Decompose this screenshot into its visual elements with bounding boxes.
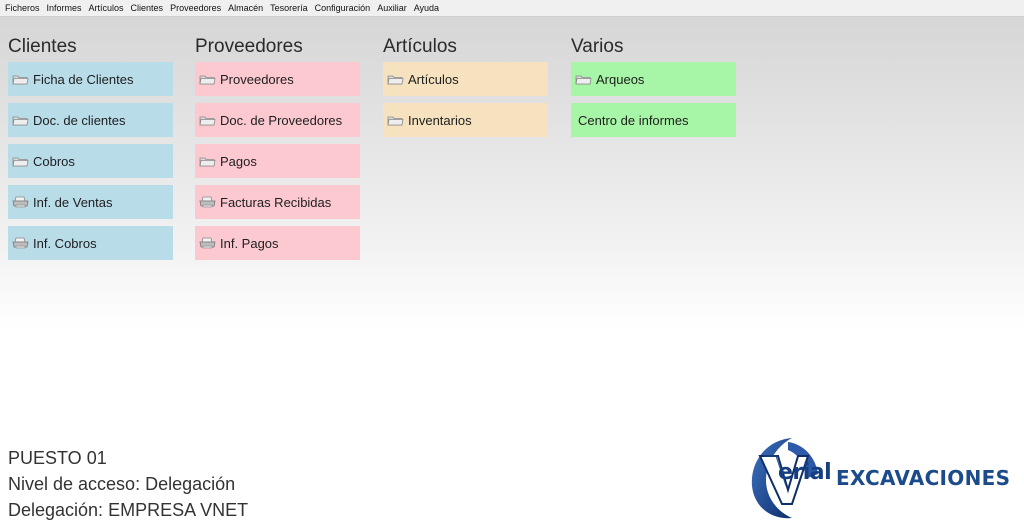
menu-ayuda[interactable]: Ayuda: [412, 0, 444, 17]
section-title-articulos: Artículos: [383, 36, 457, 57]
menu-auxiliar[interactable]: Auxiliar: [375, 0, 412, 17]
tile-label: Facturas Recibidas: [220, 194, 332, 210]
folder-icon: [199, 155, 216, 167]
delegation-label: Delegación: EMPRESA VNET: [8, 500, 249, 520]
printer-icon: [199, 196, 216, 208]
printer-icon: [199, 237, 216, 249]
menu-informes[interactable]: Informes: [45, 0, 87, 17]
section-title-proveedores: Proveedores: [195, 36, 303, 57]
tile-label: Doc. de clientes: [33, 112, 126, 128]
menu-almacen[interactable]: Almacén: [226, 0, 268, 17]
menu-configuracion[interactable]: Configuración: [313, 0, 376, 17]
menu-bar: Ficheros Informes Artículos Clientes Pro…: [0, 0, 1024, 17]
tile-inf-ventas[interactable]: Inf. de Ventas: [8, 185, 173, 219]
tile-doc-proveedores[interactable]: Doc. de Proveedores: [195, 103, 360, 137]
tile-inf-cobros[interactable]: Inf. Cobros: [8, 226, 173, 260]
menu-ficheros[interactable]: Ficheros: [3, 0, 45, 17]
tile-label: Artículos: [408, 71, 459, 87]
folder-icon: [12, 114, 29, 126]
folder-icon: [12, 73, 29, 85]
verial-brand-text: erial: [778, 460, 832, 485]
tile-proveedores[interactable]: Proveedores: [195, 62, 360, 96]
tile-facturas-recibidas[interactable]: Facturas Recibidas: [195, 185, 360, 219]
tile-label: Inventarios: [408, 112, 472, 128]
folder-icon: [575, 73, 592, 85]
tile-label: Arqueos: [596, 71, 645, 87]
menu-tesoreria[interactable]: Tesorería: [268, 0, 313, 17]
company-name: EXCAVACIONES: [836, 466, 1011, 490]
tile-label: Cobros: [33, 153, 75, 169]
tile-label: Inf. de Ventas: [33, 194, 113, 210]
tile-label: Proveedores: [220, 71, 294, 87]
menu-articulos[interactable]: Artículos: [87, 0, 129, 17]
printer-icon: [12, 237, 29, 249]
tile-label: Inf. Pagos: [220, 235, 279, 251]
tile-label: Pagos: [220, 153, 257, 169]
tile-centro-informes[interactable]: Centro de informes: [571, 103, 736, 137]
section-clientes: Clientes Ficha de Clientes Doc. de clien…: [8, 36, 174, 267]
tile-inventarios[interactable]: Inventarios: [383, 103, 548, 137]
tile-cobros[interactable]: Cobros: [8, 144, 173, 178]
section-varios: Varios Arqueos Centro de informes: [571, 36, 737, 144]
tile-ficha-clientes[interactable]: Ficha de Clientes: [8, 62, 173, 96]
tile-label: Doc. de Proveedores: [220, 112, 343, 128]
folder-icon: [387, 114, 404, 126]
menu-clientes[interactable]: Clientes: [129, 0, 169, 17]
folder-icon: [387, 73, 404, 85]
puesto-label: PUESTO 01: [8, 448, 107, 468]
access-level-label: Nivel de acceso: Delegación: [8, 474, 236, 494]
tile-label: Ficha de Clientes: [33, 71, 134, 87]
folder-icon: [199, 73, 216, 85]
folder-icon: [12, 155, 29, 167]
tile-arqueos[interactable]: Arqueos: [571, 62, 736, 96]
tile-inf-pagos[interactable]: Inf. Pagos: [195, 226, 360, 260]
section-title-clientes: Clientes: [8, 36, 77, 57]
section-articulos: Artículos Artículos Inventarios: [383, 36, 549, 144]
tile-label: Centro de informes: [578, 112, 689, 128]
tile-pagos[interactable]: Pagos: [195, 144, 360, 178]
folder-icon: [199, 114, 216, 126]
section-title-varios: Varios: [571, 36, 624, 57]
tile-label: Inf. Cobros: [33, 235, 97, 251]
menu-proveedores[interactable]: Proveedores: [168, 0, 226, 17]
tile-articulos[interactable]: Artículos: [383, 62, 548, 96]
printer-icon: [12, 196, 29, 208]
tile-doc-clientes[interactable]: Doc. de clientes: [8, 103, 173, 137]
section-proveedores: Proveedores Proveedores Doc. de Proveedo…: [195, 36, 361, 267]
status-panel: PUESTO 01 Nivel de acceso: Delegación De…: [8, 445, 248, 523]
